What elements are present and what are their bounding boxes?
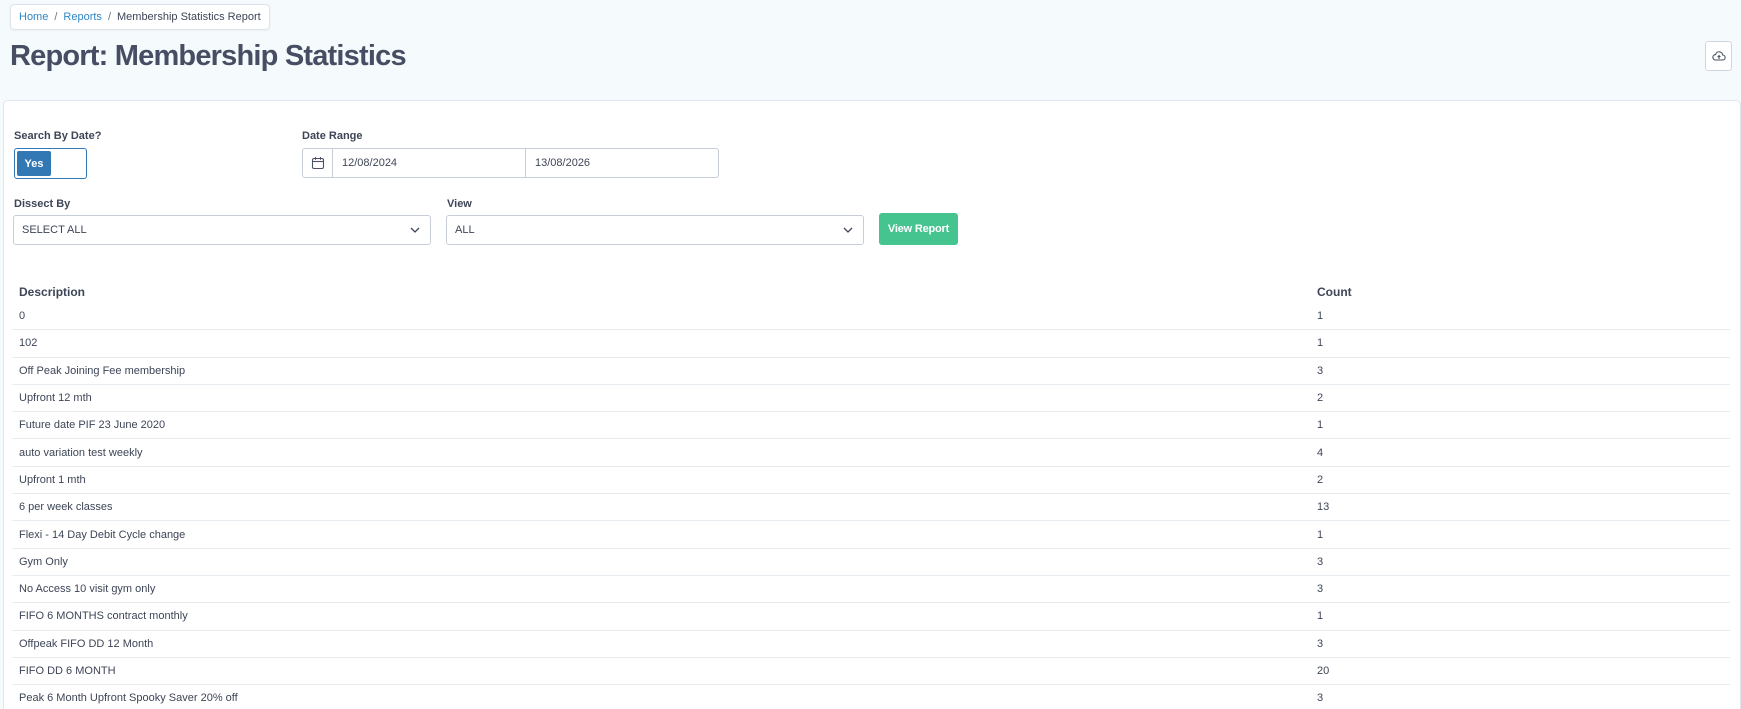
calendar-button[interactable] bbox=[303, 149, 333, 177]
cell-count: 3 bbox=[1317, 583, 1324, 596]
table-row: 6 per week classes 13 bbox=[12, 493, 1730, 520]
table-row: FIFO 6 MONTHS contract monthly 1 bbox=[12, 602, 1730, 629]
table-header: Description Count bbox=[12, 281, 1730, 302]
cell-count: 1 bbox=[1317, 419, 1324, 432]
table-row: Peak 6 Month Upfront Spooky Saver 20% of… bbox=[12, 684, 1730, 709]
cell-description: 102 bbox=[19, 337, 38, 350]
cloud-upload-button[interactable] bbox=[1705, 41, 1732, 71]
cell-count: 3 bbox=[1317, 555, 1324, 568]
cell-description: FIFO DD 6 MONTH bbox=[19, 665, 116, 677]
table-row: Offpeak FIFO DD 12 Month 3 bbox=[12, 629, 1730, 657]
toggle-yes: Yes bbox=[17, 151, 51, 176]
table-row: 01 bbox=[12, 302, 1730, 329]
cell-description: Future date PIF 23 June 2020 bbox=[19, 419, 166, 432]
cell-count: 2 bbox=[1317, 473, 1324, 486]
breadcrumb-separator: / bbox=[107, 11, 111, 23]
table-row: Upfront 1 mth 2 bbox=[12, 465, 1730, 493]
breadcrumb-current: Membership Statistics Report bbox=[117, 11, 261, 23]
cell-description: Peak 6 Month Upfront Spooky Saver 20% of… bbox=[19, 692, 238, 705]
cell-count: 1 bbox=[1317, 528, 1324, 541]
cell-description: Gym Only bbox=[19, 555, 68, 568]
table-body: 0 1 102 1 Off Peak Joining Fee membership 3 Up… bbox=[12, 302, 1730, 709]
breadcrumb-reports-link[interactable]: Reports bbox=[63, 11, 102, 23]
table-row: Future date PIF 23 June 2020 1 bbox=[12, 411, 1730, 438]
cell-description: Upfront 1 mth bbox=[19, 473, 86, 486]
date-range-label: Date Range bbox=[302, 130, 363, 142]
cloud-upload-icon bbox=[1711, 51, 1726, 61]
dissect-by-value: SELECT ALL bbox=[22, 224, 87, 236]
breadcrumb-separator: / bbox=[54, 11, 58, 23]
column-header-description: Description bbox=[19, 284, 86, 299]
cell-count: 13 bbox=[1317, 501, 1330, 514]
cell-count: 1 bbox=[1317, 337, 1324, 350]
dissect-by-label: Dissect By bbox=[14, 198, 71, 210]
view-report-button[interactable]: View Report bbox=[879, 213, 958, 245]
breadcrumb: Home / Reports / Membership Statistics R… bbox=[10, 4, 270, 30]
calendar-icon bbox=[311, 157, 324, 170]
cell-count: 1 bbox=[1317, 309, 1324, 322]
cell-count: 20 bbox=[1317, 665, 1330, 677]
date-range-picker: 12/08/2024 13/08/2026 bbox=[302, 148, 719, 178]
table-row: Gym Only 3 bbox=[12, 547, 1730, 575]
chevron-down-icon bbox=[843, 227, 853, 233]
search-by-date-label: Search By Date? bbox=[14, 130, 102, 142]
cell-description: Upfront 12 mth bbox=[19, 392, 92, 405]
table-row: FIFO DD 6 MONTH 20 bbox=[12, 656, 1730, 684]
cell-count: 3 bbox=[1317, 692, 1324, 705]
table-row: No Access 10 visit gym only 3 bbox=[12, 574, 1730, 602]
date-from-input[interactable]: 12/08/2024 bbox=[333, 149, 525, 177]
cell-description: 0 bbox=[19, 309, 26, 322]
cell-count: 4 bbox=[1317, 446, 1324, 459]
chevron-down-icon bbox=[410, 227, 420, 233]
table-row: Upfront 12 mth 2 bbox=[12, 383, 1730, 411]
cell-description: Flexi - 14 Day Debit Cycle change bbox=[19, 528, 186, 541]
view-label: View bbox=[447, 198, 472, 210]
cell-description: No Access 10 visit gym only bbox=[19, 583, 156, 596]
cell-count: 2 bbox=[1317, 392, 1324, 405]
cell-description: auto variation test weekly bbox=[19, 446, 143, 459]
view-select[interactable]: ALL bbox=[446, 215, 864, 245]
table-row: 102 1 bbox=[12, 329, 1730, 356]
table-row: Flexi - 14 Day Debit Cycle change 1 bbox=[12, 520, 1730, 547]
cell-count: 3 bbox=[1317, 637, 1324, 650]
table-row: auto variation test weekly 4 bbox=[12, 438, 1730, 465]
cell-count: 3 bbox=[1317, 364, 1324, 377]
date-to-input[interactable]: 13/08/2026 bbox=[525, 149, 718, 177]
page-title: Report: Membership Statistics bbox=[10, 40, 407, 72]
cell-description: Offpeak FIFO DD 12 Month bbox=[19, 637, 154, 650]
table-row: Off Peak Joining Fee membership 3 bbox=[12, 356, 1730, 384]
column-header-count: Count bbox=[1317, 284, 1352, 299]
cell-description: Off Peak Joining Fee membership bbox=[19, 364, 186, 377]
cell-count: 1 bbox=[1317, 610, 1324, 623]
search-by-date-toggle[interactable]: Yes bbox=[14, 148, 87, 179]
view-value: ALL bbox=[455, 224, 475, 236]
breadcrumb-home-link[interactable]: Home bbox=[19, 11, 48, 23]
dissect-by-select[interactable]: SELECT ALL bbox=[13, 215, 431, 245]
report-table: Description Count 0 1 102 1 Off Peak Joining… bbox=[12, 281, 1730, 709]
cell-description: FIFO 6 MONTHS contract monthly bbox=[19, 610, 188, 623]
cell-description: 6 per week classes bbox=[19, 501, 113, 514]
